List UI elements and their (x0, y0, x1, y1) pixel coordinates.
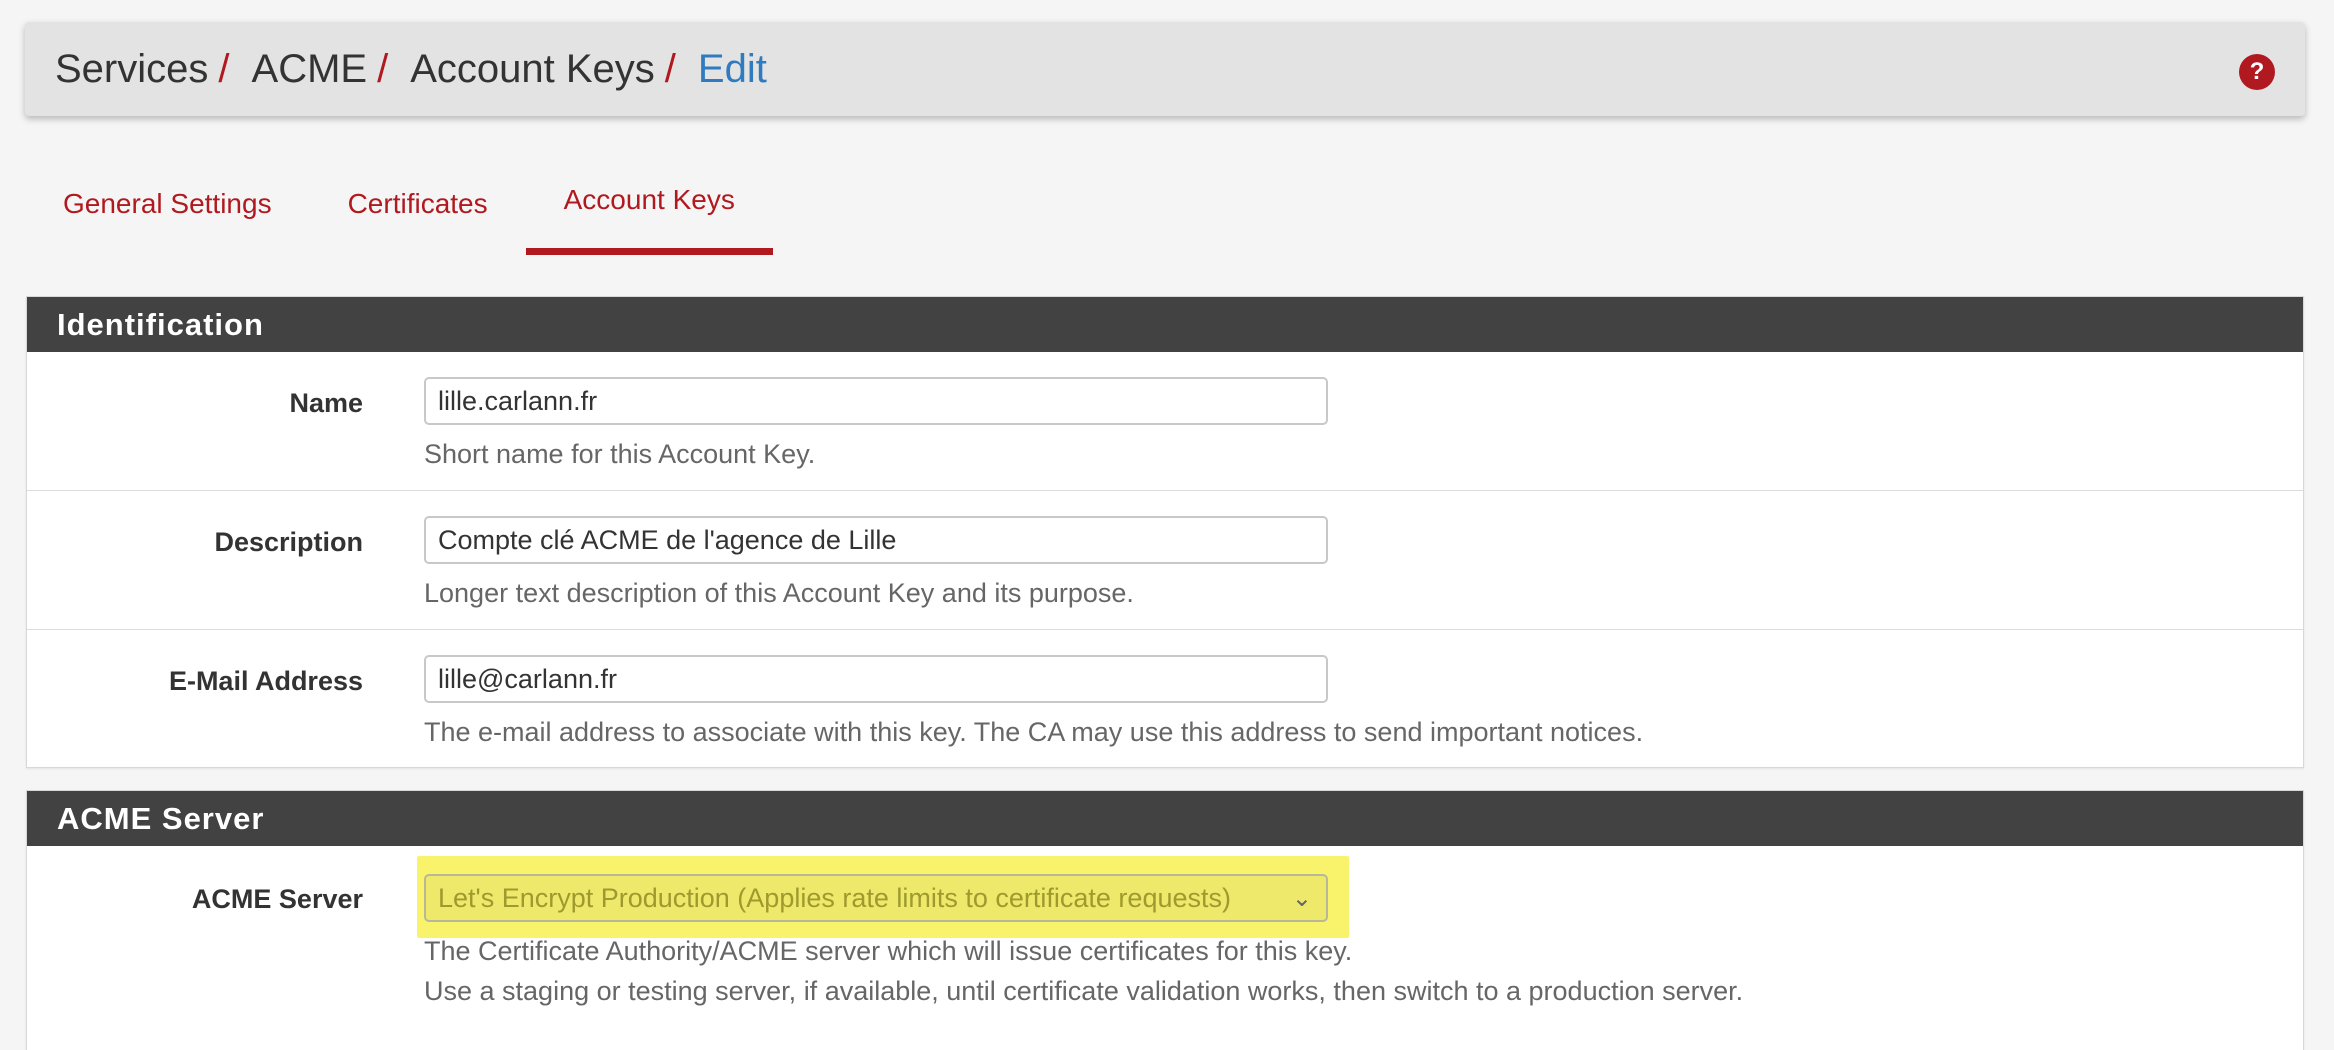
breadcrumb-acme[interactable]: ACME (252, 47, 368, 92)
panel-heading-acme-server: ACME Server (27, 791, 2303, 846)
acme-server-row: ACME Server Let's Encrypt Production (Ap… (27, 846, 2303, 1050)
email-help-text: The e-mail address to associate with thi… (424, 717, 1644, 747)
breadcrumb-separator: / (218, 46, 230, 91)
name-label: Name (289, 388, 363, 418)
page: Services / ACME / Account Keys / Edit ? … (0, 0, 2334, 1050)
acme-server-help-line1: The Certificate Authority/ACME server wh… (424, 936, 1353, 966)
chevron-down-icon: ⌄ (1291, 885, 1312, 912)
email-input[interactable]: lille@carlann.fr (424, 655, 1328, 703)
email-label: E-Mail Address (168, 666, 363, 696)
identification-panel: Identification Name lille.carlann.fr Sho… (26, 296, 2304, 768)
name-help-text: Short name for this Account Key. (424, 439, 816, 469)
name-row: Name lille.carlann.fr Short name for thi… (27, 352, 2303, 491)
acme-server-select[interactable]: Let's Encrypt Production (Applies rate l… (424, 874, 1328, 922)
description-row: Description Compte clé ACME de l'agence … (27, 491, 2303, 630)
panel-heading-identification: Identification (27, 297, 2303, 352)
breadcrumb-services[interactable]: Services (55, 47, 208, 92)
description-label: Description (214, 527, 363, 557)
question-circle-icon[interactable]: ? (2239, 54, 2275, 90)
description-input[interactable]: Compte clé ACME de l'agence de Lille (424, 516, 1328, 564)
acme-server-panel: ACME Server ACME Server Let's Encrypt Pr… (26, 790, 2304, 1050)
tab-certificates[interactable]: Certificates (310, 170, 526, 255)
tab-general-settings[interactable]: General Settings (25, 170, 310, 255)
acme-server-selected-value: Let's Encrypt Production (Applies rate l… (438, 882, 1231, 913)
breadcrumb-separator: / (664, 46, 676, 91)
email-row: E-Mail Address lille@carlann.fr The e-ma… (27, 630, 2303, 767)
breadcrumb-current: Edit (697, 46, 767, 91)
tab-bar: General Settings Certificates Account Ke… (25, 170, 773, 255)
breadcrumb-account-keys[interactable]: Account Keys (410, 47, 655, 92)
name-input[interactable]: lille.carlann.fr (424, 377, 1328, 425)
acme-server-help-line2: Use a staging or testing server, if avai… (424, 976, 1744, 1006)
breadcrumb: Services / ACME / Account Keys / Edit ? (25, 22, 2305, 116)
breadcrumb-separator: / (377, 46, 389, 91)
acme-server-label: ACME Server (191, 884, 363, 914)
tab-account-keys[interactable]: Account Keys (525, 170, 773, 255)
description-help-text: Longer text description of this Account … (424, 578, 1134, 608)
